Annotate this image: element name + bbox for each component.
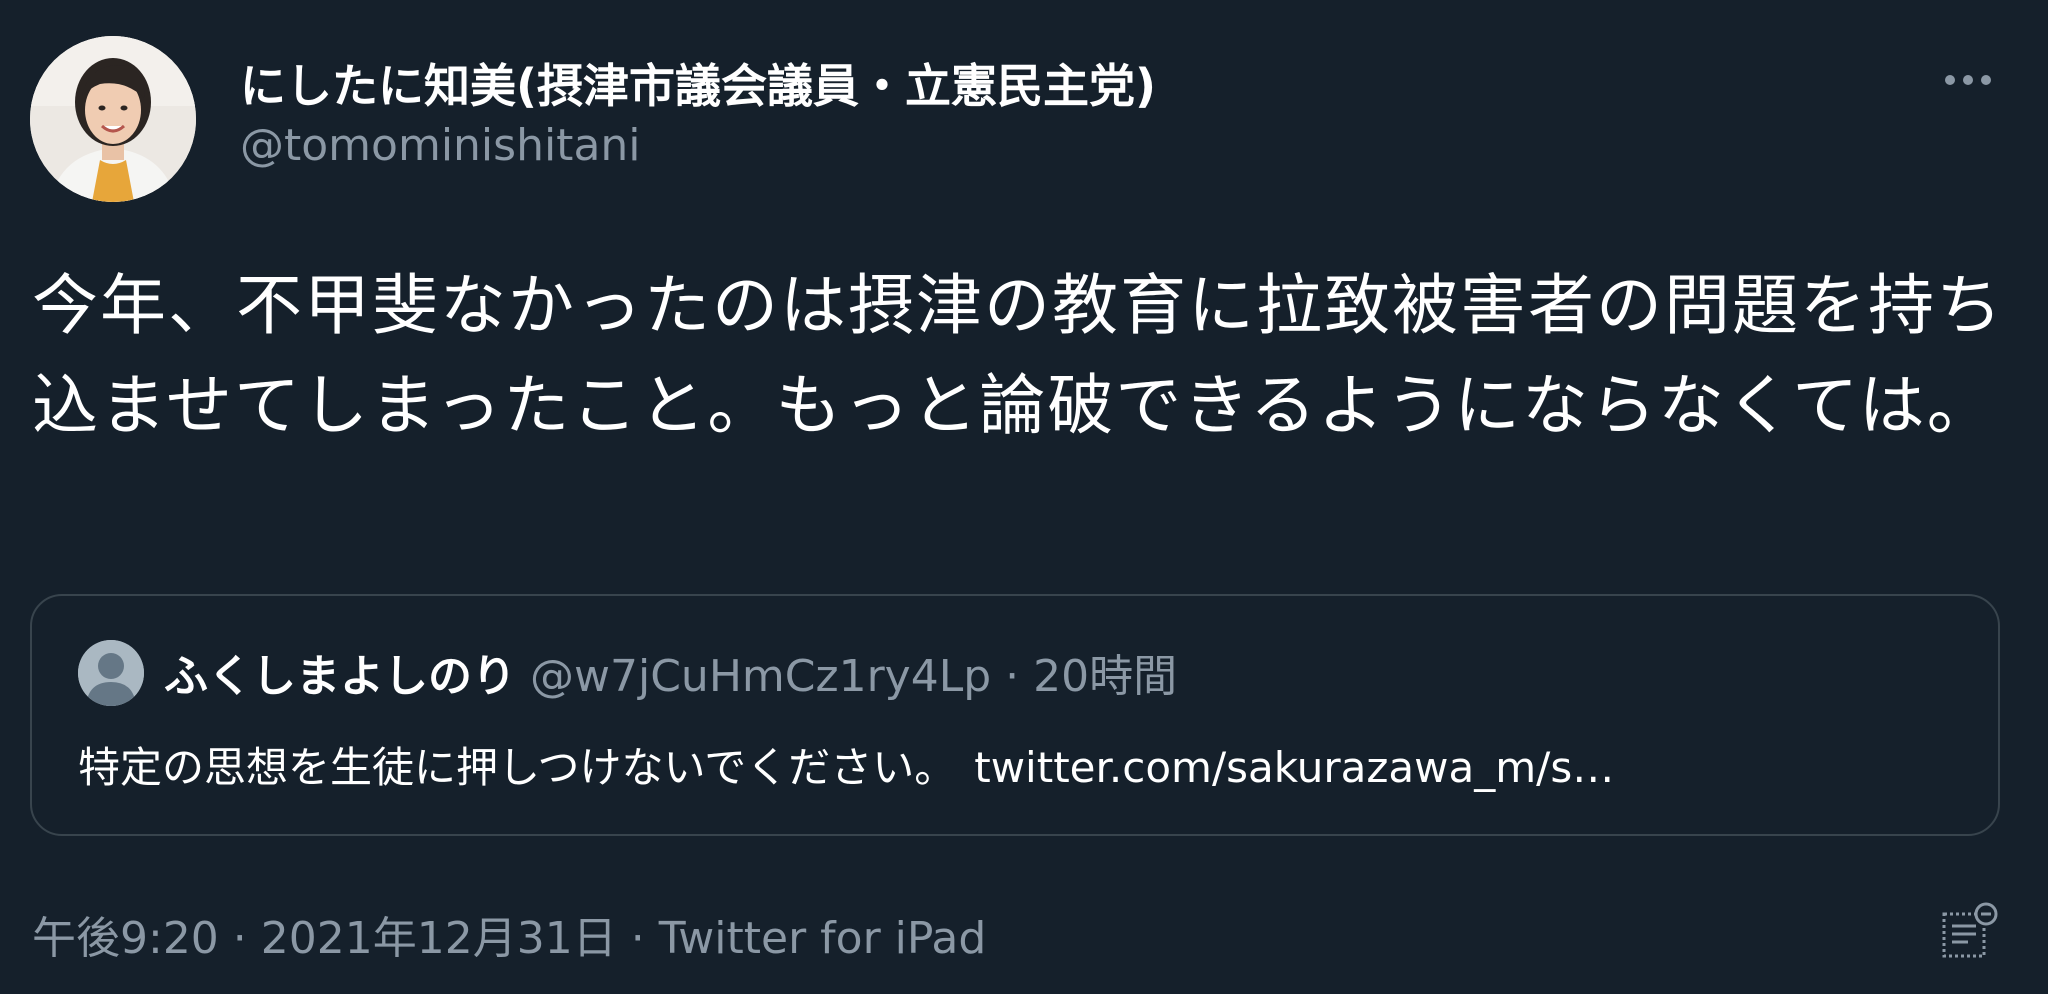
default-profile-icon — [78, 640, 144, 706]
quote-separator: · — [1005, 651, 1020, 702]
author-avatar[interactable] — [30, 36, 196, 202]
quote-display-name[interactable]: ふくしまよしのり — [164, 651, 516, 702]
more-options-button[interactable] — [1938, 58, 1998, 102]
quote-header: ふくしまよしのり @w7jCuHmCz1ry4Lp · 20時間 — [164, 640, 1177, 704]
tweet-source[interactable]: Twitter for iPad — [659, 913, 987, 964]
analytics-icon — [1942, 902, 1998, 958]
tweet-date[interactable]: 2021年12月31日 — [261, 913, 617, 964]
quote-handle[interactable]: @w7jCuHmCz1ry4Lp — [530, 651, 991, 702]
author-handle[interactable]: @tomominishitani — [240, 120, 641, 171]
tweet-text: 今年、不甲斐なかったのは摂津の教育に拉致被害者の問題を持ち込ませてしまったこと。… — [32, 267, 2004, 444]
user-photo-icon — [30, 36, 196, 202]
quoted-tweet-card[interactable]: ふくしまよしのり @w7jCuHmCz1ry4Lp · 20時間 特定の思想を生… — [30, 594, 2000, 836]
quote-timestamp[interactable]: 20時間 — [1033, 651, 1177, 702]
more-dots-icon — [1945, 75, 1991, 85]
analytics-button[interactable] — [1940, 900, 2002, 962]
meta-separator: · — [616, 913, 659, 964]
meta-separator: · — [218, 913, 261, 964]
quote-link[interactable]: twitter.com/sakurazawa_m/s… — [974, 743, 1614, 792]
quote-avatar[interactable] — [78, 640, 144, 706]
tweet-time[interactable]: 午後9:20 — [32, 913, 219, 964]
author-display-name[interactable]: にしたに知美(摂津市議会議員・立憲民主党) — [240, 50, 1156, 116]
quote-body: 特定の思想を生徒に押しつけないでください。 — [78, 743, 957, 792]
tweet-metadata: 午後9:20 · 2021年12月31日 · Twitter for iPad — [32, 902, 986, 966]
quote-text: 特定の思想を生徒に押しつけないでください。 twitter.com/sakuraz… — [78, 734, 1948, 795]
